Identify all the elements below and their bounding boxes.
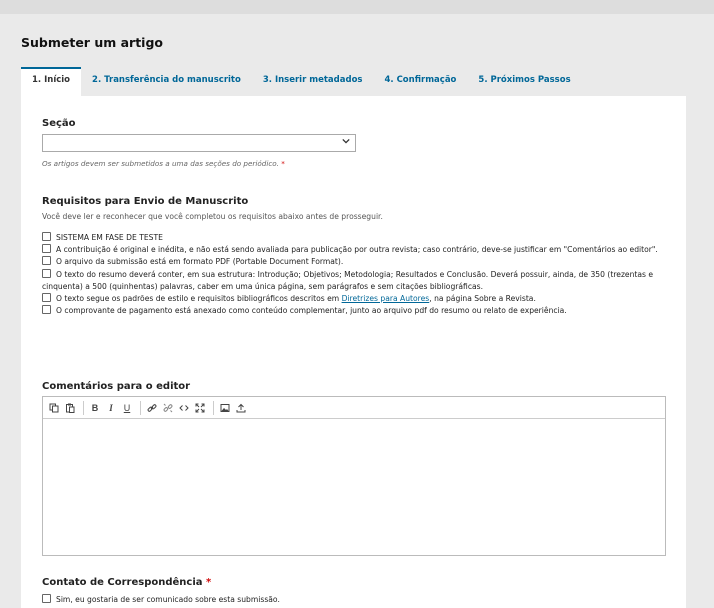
code-icon[interactable] [177, 401, 191, 415]
bold-icon[interactable]: B [88, 401, 102, 415]
comments-textarea[interactable] [43, 419, 665, 555]
copy-icon[interactable] [47, 401, 61, 415]
requirement-text: SISTEMA EM FASE DE TESTE [56, 233, 163, 242]
required-mark: * [206, 577, 212, 588]
required-mark: * [281, 159, 285, 168]
comments-editor: B I U [42, 396, 666, 556]
image-icon[interactable] [218, 401, 232, 415]
paste-icon[interactable] [63, 401, 77, 415]
requirement-text: O texto do resumo deverá conter, em sua … [42, 269, 654, 291]
requirement-item: O texto segue os padrões de estilo e req… [42, 293, 672, 305]
unlink-icon[interactable] [161, 401, 175, 415]
editor-toolbar: B I U [43, 397, 665, 419]
page-title: Submeter um artigo [21, 35, 163, 50]
requirement-text-before: O texto segue os padrões de estilo e req… [56, 294, 342, 304]
requirement-item: SISTEMA EM FASE DE TESTE [42, 232, 672, 244]
contact-label-text: Contato de Correspondência [42, 577, 203, 588]
requirement-text: A contribuição é original e inédita, e n… [56, 245, 658, 255]
requirement-text: O comprovante de pagamento está anexado … [56, 306, 567, 316]
comments-label: Comentários para o editor [42, 381, 191, 392]
underline-icon[interactable]: U [120, 401, 134, 415]
fullscreen-icon[interactable] [193, 401, 207, 415]
requirements-title: Requisitos para Envio de Manuscrito [42, 196, 249, 207]
chevron-down-icon [342, 137, 350, 148]
toolbar-divider [140, 400, 141, 415]
tab-transferencia[interactable]: 2. Transferência do manuscrito [81, 67, 252, 96]
requirement-checkbox[interactable] [42, 244, 51, 254]
contact-checkbox-label: Sim, eu gostaria de ser comunicado sobre… [56, 595, 280, 604]
section-help-text: Os artigos devem ser submetidos a uma da… [42, 159, 279, 168]
requirement-checkbox[interactable] [42, 305, 51, 315]
section-select[interactable] [42, 134, 356, 152]
requirement-item: O arquivo da submissão está em formato P… [42, 256, 672, 268]
section-help: Os artigos devem ser submetidos a uma da… [42, 159, 285, 168]
requirement-item: A contribuição é original e inédita, e n… [42, 244, 672, 256]
tab-proximos-passos[interactable]: 5. Próximos Passos [467, 67, 581, 96]
upload-icon[interactable] [234, 401, 248, 415]
tab-metadados[interactable]: 3. Inserir metadados [252, 67, 374, 96]
section-label: Seção [42, 118, 76, 129]
contact-checkbox[interactable] [42, 594, 51, 603]
requirement-checkbox[interactable] [42, 232, 51, 241]
contact-option: Sim, eu gostaria de ser comunicado sobre… [42, 594, 280, 604]
toolbar-divider [83, 400, 84, 415]
requirement-checkbox[interactable] [42, 256, 51, 266]
requirements-description: Você deve ler e reconhecer que você comp… [42, 212, 383, 221]
link-icon[interactable] [145, 401, 159, 415]
toolbar-divider [213, 400, 214, 415]
requirement-checkbox[interactable] [42, 293, 51, 303]
requirements-list: SISTEMA EM FASE DE TESTE A contribuição … [42, 232, 672, 317]
requirement-text-after: , na página Sobre a Revista. [429, 294, 536, 304]
contact-label: Contato de Correspondência * [42, 577, 211, 588]
requirement-checkbox[interactable] [42, 268, 51, 278]
requirement-text: O arquivo da submissão está em formato P… [56, 257, 344, 267]
requirement-item: O comprovante de pagamento está anexado … [42, 305, 672, 317]
wizard-tabs: 1. Início 2. Transferência do manuscrito… [21, 67, 711, 96]
italic-icon[interactable]: I [104, 401, 118, 415]
tab-inicio[interactable]: 1. Início [21, 67, 82, 96]
tab-confirmacao[interactable]: 4. Confirmação [373, 67, 467, 96]
author-guidelines-link[interactable]: Diretrizes para Autores [342, 294, 430, 303]
submission-form: Seção Os artigos devem ser submetidos a … [21, 96, 686, 608]
requirement-item: O texto do resumo deverá conter, em sua … [42, 268, 672, 293]
